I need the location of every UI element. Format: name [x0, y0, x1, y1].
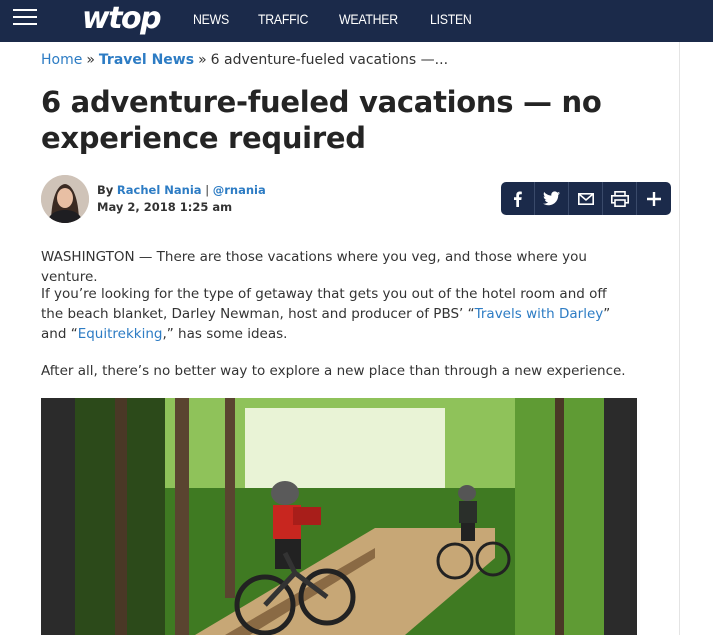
article-paragraph: After all, there’s no better way to expl…	[41, 363, 626, 379]
article-paragraph: WASHINGTON — There are those vacations w…	[41, 249, 587, 285]
breadcrumb-current: 6 adventure-fueled vacations —...	[210, 52, 449, 68]
wtop-logo[interactable]: wtop	[82, 0, 162, 38]
author-avatar[interactable]	[41, 175, 89, 223]
print-button[interactable]	[603, 182, 637, 215]
author-link[interactable]: Rachel Nania	[117, 183, 202, 197]
email-icon	[577, 192, 594, 205]
sidebar-divider	[679, 42, 680, 635]
facebook-icon	[513, 191, 522, 207]
paragraph-text: ,” has some ideas.	[162, 326, 288, 342]
nav-weather[interactable]: WEATHER	[339, 0, 398, 38]
nav-listen[interactable]: LISTEN	[430, 0, 472, 38]
breadcrumb-home[interactable]: Home	[41, 52, 82, 68]
print-icon	[610, 190, 629, 207]
share-toolbar	[501, 182, 671, 215]
breadcrumb: Home» Travel News» 6 adventure-fueled vaca…	[41, 52, 448, 68]
more-share-button[interactable]	[637, 182, 671, 215]
email-share-button[interactable]	[569, 182, 603, 215]
byline-prefix: By	[97, 183, 114, 197]
breadcrumb-separator: »	[198, 52, 207, 68]
menu-icon[interactable]	[13, 8, 37, 28]
nav-traffic[interactable]: TRAFFIC	[258, 0, 308, 38]
facebook-share-button[interactable]	[501, 182, 535, 215]
twitter-icon	[543, 191, 560, 206]
article-paragraph: If you’re looking for the type of getawa…	[41, 284, 631, 344]
nav-news[interactable]: NEWS	[193, 0, 229, 38]
plus-icon	[647, 191, 661, 206]
breadcrumb-separator: »	[86, 52, 95, 68]
byline: By Rachel Nania | @rnania May 2, 2018 1:…	[97, 182, 266, 216]
article-image-frame	[41, 398, 637, 635]
mountain-biking-photo[interactable]	[75, 398, 604, 635]
main-nav: NEWS TRAFFIC WEATHER LISTEN	[193, 0, 501, 38]
breadcrumb-travel-news[interactable]: Travel News	[99, 52, 194, 68]
article-title: 6 adventure-fueled vacations — no experi…	[41, 85, 602, 155]
equitrekking-link[interactable]: Equitrekking	[78, 326, 163, 342]
publish-date: May 2, 2018 1:25 am	[97, 200, 233, 214]
author-twitter-link[interactable]: @rnania	[213, 183, 266, 197]
byline-divider: |	[205, 183, 210, 197]
twitter-share-button[interactable]	[535, 182, 569, 215]
travels-with-darley-link[interactable]: Travels with Darley	[475, 306, 604, 322]
top-navigation-bar: wtop NEWS TRAFFIC WEATHER LISTEN	[0, 0, 713, 42]
